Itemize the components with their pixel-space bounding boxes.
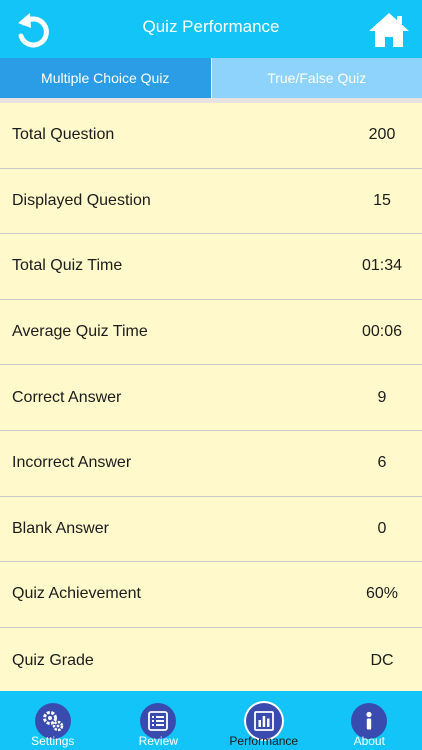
nav-item-about[interactable]: About bbox=[317, 691, 422, 750]
stat-row-total-quiz-time: Total Quiz Time 01:34 bbox=[0, 234, 422, 300]
nav-item-performance[interactable]: Performance bbox=[211, 691, 317, 750]
stat-label: Quiz Achievement bbox=[12, 585, 141, 603]
quiz-type-tabs: Multiple Choice Quiz True/False Quiz bbox=[0, 58, 422, 98]
stat-row-total-question: Total Question 200 bbox=[0, 103, 422, 169]
stat-label: Total Quiz Time bbox=[12, 257, 123, 275]
stat-value: 0 bbox=[377, 519, 387, 537]
stat-row-incorrect-answer: Incorrect Answer 6 bbox=[0, 431, 422, 497]
stat-label: Displayed Question bbox=[12, 191, 151, 209]
stat-label: Correct Answer bbox=[12, 388, 122, 406]
stat-value: 200 bbox=[368, 126, 396, 144]
stat-row-average-quiz-time: Average Quiz Time 00:06 bbox=[0, 300, 422, 366]
stat-value: 15 bbox=[373, 191, 391, 209]
home-button[interactable] bbox=[366, 10, 412, 50]
header-bar: Quiz Performance bbox=[0, 0, 422, 58]
nav-item-settings[interactable]: Settings bbox=[0, 691, 106, 750]
stat-label: Average Quiz Time bbox=[12, 323, 148, 341]
stat-row-blank-answer: Blank Answer 0 bbox=[0, 497, 422, 563]
nav-item-review[interactable]: Review bbox=[106, 691, 212, 750]
page-title: Quiz Performance bbox=[142, 17, 280, 36]
stat-value: DC bbox=[370, 651, 394, 669]
stat-row-displayed-question: Displayed Question 15 bbox=[0, 169, 422, 235]
stat-label: Incorrect Answer bbox=[12, 454, 132, 472]
stat-value: 60% bbox=[365, 585, 399, 603]
stat-value: 01:34 bbox=[361, 257, 403, 275]
stat-row-correct-answer: Correct Answer 9 bbox=[0, 365, 422, 431]
nav-label: About bbox=[353, 734, 385, 748]
stat-row-quiz-grade: Quiz Grade DC bbox=[0, 628, 422, 694]
back-button[interactable] bbox=[13, 8, 53, 50]
stat-value: 00:06 bbox=[361, 323, 403, 341]
back-arrow-icon bbox=[18, 13, 49, 48]
nav-label: Review bbox=[138, 734, 178, 748]
stat-label: Blank Answer bbox=[12, 519, 109, 537]
stat-value: 9 bbox=[377, 388, 387, 406]
stat-row-quiz-achievement: Quiz Achievement 60% bbox=[0, 562, 422, 628]
tab-multiple-choice[interactable]: Multiple Choice Quiz bbox=[0, 58, 211, 98]
stats-list: Total Question 200 Displayed Question 15… bbox=[0, 103, 422, 691]
nav-label: Settings bbox=[31, 734, 75, 748]
bottom-nav: Settings Review Performance About bbox=[0, 691, 422, 750]
tab-true-false[interactable]: True/False Quiz bbox=[210, 58, 422, 98]
stat-label: Quiz Grade bbox=[12, 651, 94, 669]
stat-value: 6 bbox=[377, 454, 387, 472]
nav-label: Performance bbox=[229, 734, 299, 748]
stat-label: Total Question bbox=[12, 126, 115, 144]
home-icon bbox=[369, 13, 409, 47]
